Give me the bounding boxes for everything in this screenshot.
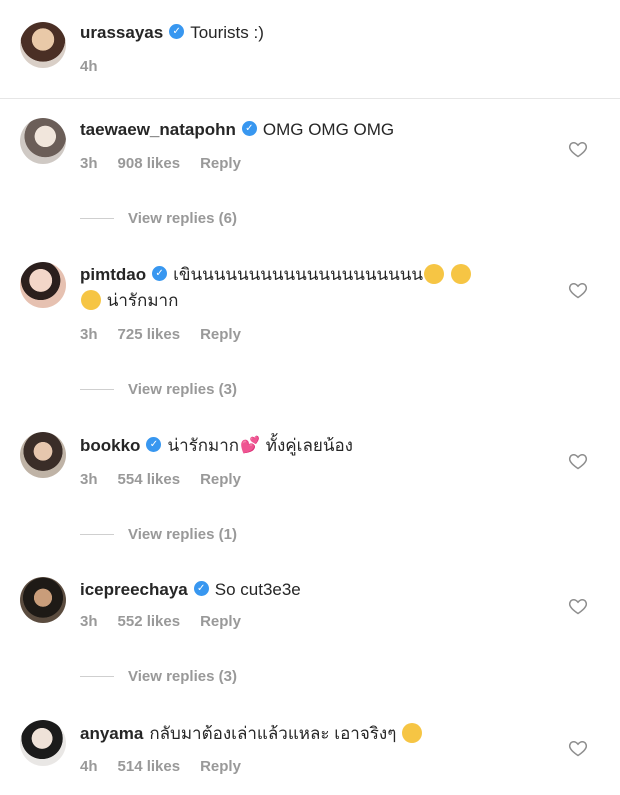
verified-badge-icon: ✓ xyxy=(241,121,257,137)
comment-meta: 4h 514 likes Reply xyxy=(80,758,261,775)
comment-timestamp: 3h xyxy=(80,326,98,343)
replies-dash xyxy=(80,217,114,219)
comment-avatar[interactable] xyxy=(20,118,66,164)
comment-text: OMG OMG OMG xyxy=(262,120,395,139)
comment-meta: 3h 552 likes Reply xyxy=(80,613,261,630)
comment-username[interactable]: taewaew_natapohn xyxy=(80,120,236,139)
heart-outline-icon[interactable] xyxy=(568,738,588,758)
heart-outline-icon[interactable] xyxy=(568,596,588,616)
view-replies-label[interactable]: View replies (1) xyxy=(128,526,237,543)
comment-likes[interactable]: 552 likes xyxy=(118,613,181,630)
comment-likes[interactable]: 554 likes xyxy=(118,471,181,488)
view-replies-button[interactable]: View replies (1) xyxy=(80,524,237,544)
comment-username[interactable]: bookko xyxy=(80,436,140,455)
comment-timestamp: 3h xyxy=(80,155,98,172)
comment-meta: 3h 554 likes Reply xyxy=(80,471,261,488)
view-replies-button[interactable]: View replies (3) xyxy=(80,379,237,399)
comment-likes[interactable]: 514 likes xyxy=(118,758,181,775)
comment-timestamp: 3h xyxy=(80,613,98,630)
comment-username[interactable]: pimtdao xyxy=(80,265,146,284)
smiling-face-emoji xyxy=(81,289,101,310)
post-meta: 4h xyxy=(80,58,118,75)
comment-meta: 3h 725 likes Reply xyxy=(80,326,261,343)
view-replies-label[interactable]: View replies (3) xyxy=(128,668,237,685)
comment-text-after: ทั้งคู่เลยน้อง xyxy=(265,436,353,455)
smiling-face-emoji xyxy=(423,263,444,284)
replies-dash xyxy=(80,675,114,677)
shushing-face-emoji xyxy=(402,722,423,743)
comment-timestamp: 3h xyxy=(80,471,98,488)
view-replies-label[interactable]: View replies (6) xyxy=(128,210,237,227)
comment-text-continued: น่ารักมาก xyxy=(106,291,179,310)
two-hearts-emoji: 💕 xyxy=(240,436,261,454)
heart-outline-icon[interactable] xyxy=(568,280,588,300)
verified-badge-icon: ✓ xyxy=(146,437,162,453)
heart-outline-icon[interactable] xyxy=(568,451,588,471)
comment-likes[interactable]: 908 likes xyxy=(118,155,181,172)
comment-text: น่ารักมาก xyxy=(167,436,240,455)
comment-line: icepreechaya ✓ So cut3e3e xyxy=(80,578,301,602)
smiling-face-emoji xyxy=(450,263,471,284)
replies-dash xyxy=(80,388,114,390)
post-author-avatar[interactable] xyxy=(20,22,66,68)
view-replies-button[interactable]: View replies (6) xyxy=(80,208,237,228)
comment-line: bookko ✓ น่ารักมาก💕 ทั้งคู่เลยน้อง xyxy=(80,434,353,459)
heart-outline-icon[interactable] xyxy=(568,139,588,159)
comment-username[interactable]: anyama xyxy=(80,724,143,743)
comment-username[interactable]: icepreechaya xyxy=(80,580,188,599)
post-caption-line: urassayas ✓ Tourists :) xyxy=(80,21,264,45)
post-caption: Tourists :) xyxy=(190,23,264,42)
verified-badge-icon: ✓ xyxy=(193,581,209,597)
header-divider xyxy=(0,98,620,99)
comment-meta: 3h 908 likes Reply xyxy=(80,155,261,172)
comment-avatar[interactable] xyxy=(20,432,66,478)
comment-text: So cut3e3e xyxy=(214,580,301,599)
comment-avatar[interactable] xyxy=(20,262,66,308)
reply-button[interactable]: Reply xyxy=(200,758,241,775)
view-replies-label[interactable]: View replies (3) xyxy=(128,381,237,398)
post-author-username[interactable]: urassayas xyxy=(80,23,163,42)
reply-button[interactable]: Reply xyxy=(200,155,241,172)
reply-button[interactable]: Reply xyxy=(200,471,241,488)
comment-text: กลับมาต้องเล่าแล้วแหละ เอาจริงๆ xyxy=(149,724,397,743)
verified-badge-icon: ✓ xyxy=(152,266,168,282)
comment-avatar[interactable] xyxy=(20,720,66,766)
post-timestamp: 4h xyxy=(80,58,98,75)
comment-line: taewaew_natapohn ✓ OMG OMG OMG xyxy=(80,118,394,142)
comment-timestamp: 4h xyxy=(80,758,98,775)
comment-text: เขินนนนนนนนนนนนนนนนนนนน xyxy=(173,265,423,284)
view-replies-button[interactable]: View replies (3) xyxy=(80,666,237,686)
comment-avatar[interactable] xyxy=(20,577,66,623)
replies-dash xyxy=(80,533,114,535)
comment-likes[interactable]: 725 likes xyxy=(118,326,181,343)
verified-badge-icon: ✓ xyxy=(169,24,185,40)
comment-line-continued: น่ารักมาก xyxy=(80,289,178,313)
comment-line: anyama กลับมาต้องเล่าแล้วแหละ เอาจริงๆ xyxy=(80,722,423,746)
reply-button[interactable]: Reply xyxy=(200,326,241,343)
comment-line: pimtdao ✓ เขินนนนนนนนนนนนนนนนนนนน xyxy=(80,263,472,287)
reply-button[interactable]: Reply xyxy=(200,613,241,630)
